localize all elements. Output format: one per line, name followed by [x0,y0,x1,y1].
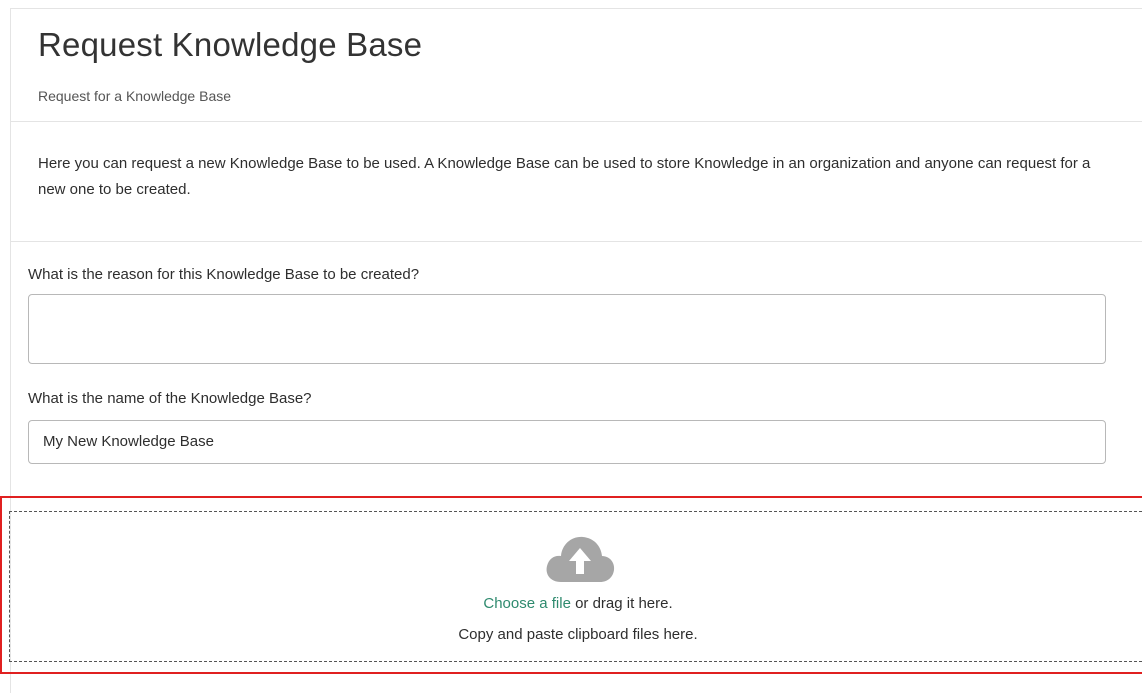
page: Request Knowledge Base Request for a Kno… [0,0,1142,693]
page-subtitle: Request for a Knowledge Base [38,88,232,104]
name-input[interactable]: My New Knowledge Base [28,420,1106,464]
reason-textarea[interactable] [28,294,1106,364]
page-title: Request Knowledge Base [38,26,423,63]
intro-text: Here you can request a new Knowledge Bas… [38,155,1091,198]
highlight-box [0,496,1142,674]
reason-label: What is the reason for this Knowledge Ba… [28,266,420,283]
card-header: Request Knowledge Base Request for a Kno… [11,9,1142,122]
intro-section: Here you can request a new Knowledge Bas… [11,121,1142,242]
name-label: What is the name of the Knowledge Base? [28,390,312,407]
